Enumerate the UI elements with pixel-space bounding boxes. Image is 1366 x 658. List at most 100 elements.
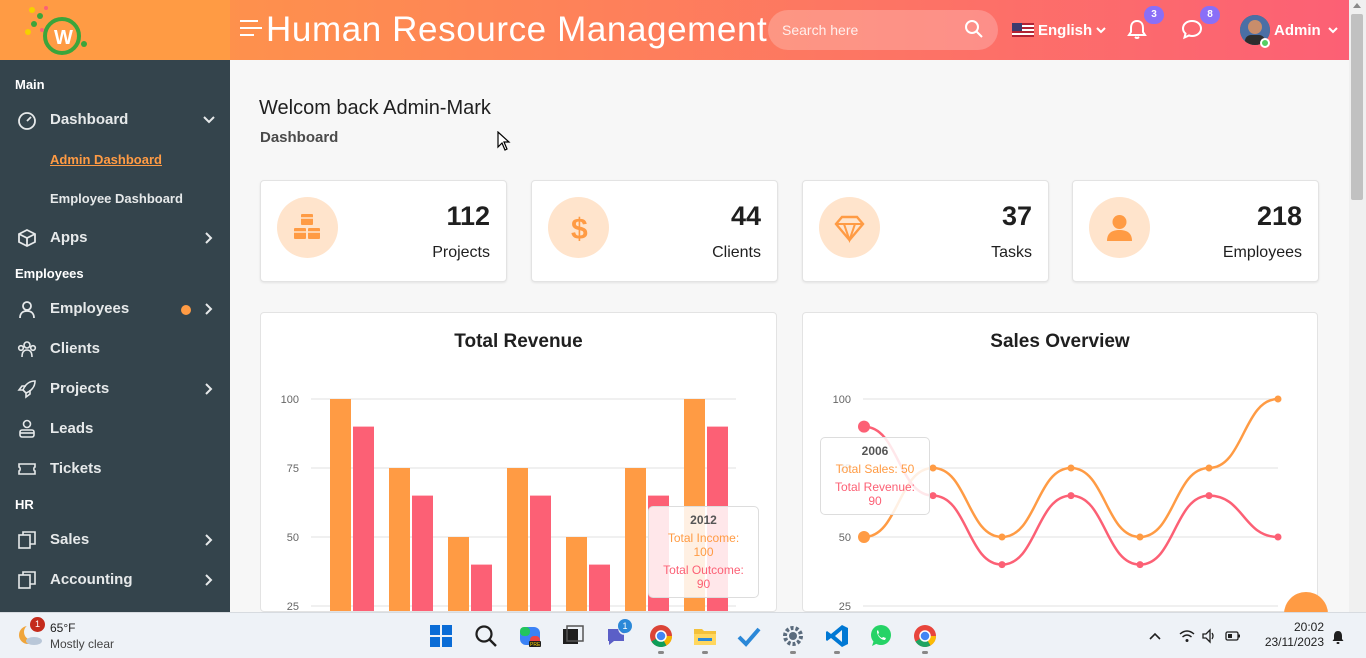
diamond-icon (834, 215, 865, 243)
chevron-down-icon (1096, 27, 1106, 34)
new-indicator-dot (181, 305, 191, 315)
settings-gear-icon[interactable] (780, 623, 806, 649)
data-point (998, 561, 1006, 569)
vscode-icon[interactable] (824, 623, 850, 649)
bar-2006-outcome (353, 426, 374, 611)
stat-value: 218 (1256, 201, 1302, 231)
messages-badge: 8 (1200, 6, 1220, 24)
page-title: Human Resource Management (266, 10, 768, 49)
sidebar-item-clients[interactable]: Clients (0, 331, 230, 367)
language-label: English (1038, 21, 1093, 39)
scroll-up-arrow-icon[interactable] (1353, 3, 1361, 8)
sidebar-section-main: Main (15, 77, 45, 92)
stat-card-employees[interactable]: 218 Employees (1072, 180, 1319, 282)
windows-start-icon[interactable] (428, 623, 454, 649)
bar-2008-income (448, 537, 469, 611)
data-point (1205, 464, 1213, 472)
bell-icon[interactable] (1126, 18, 1148, 40)
y-tick-label: 50 (839, 532, 851, 544)
sidebar-item-apps[interactable]: Apps (0, 220, 230, 256)
online-status-dot (1260, 38, 1270, 48)
weather-badge: 1 (30, 617, 45, 632)
todo-check-icon[interactable] (736, 623, 762, 649)
stat-card-clients[interactable]: $ 44 Clients (531, 180, 778, 282)
search-icon[interactable] (473, 623, 499, 649)
ticket-icon (18, 463, 36, 475)
sidebar-item-projects[interactable]: Projects (0, 371, 230, 407)
sidebar-item-label: Accounting (50, 571, 133, 588)
sidebar-item-employees[interactable]: Employees (0, 291, 230, 327)
dollar-icon: $ (571, 213, 588, 243)
svg-text:$: $ (571, 213, 588, 243)
cube-icon (18, 228, 36, 248)
stat-icon-wrap (1089, 197, 1150, 258)
sidebar-subitem-employee-dashboard[interactable]: Employee Dashboard (50, 191, 183, 206)
sidebar-item-label: Projects (50, 380, 110, 397)
data-point (1136, 561, 1144, 569)
user-menu[interactable]: Admin (1240, 14, 1339, 46)
mouse-cursor-icon (497, 131, 511, 151)
tooltip-line: Total Outcome: 90 (663, 563, 744, 591)
sidebar-item-label: Apps (50, 229, 88, 246)
stat-icon-wrap: $ (548, 197, 609, 258)
bar-2006-income (330, 399, 351, 611)
sidebar-subitem-admin-dashboard[interactable]: Admin Dashboard (50, 152, 162, 167)
app-logo[interactable]: W (20, 4, 100, 60)
sidebar-item-accounting[interactable]: Accounting (0, 562, 230, 598)
bar-2007-income (389, 468, 410, 611)
sidebar-item-sales[interactable]: Sales (0, 522, 230, 558)
y-tick-label: 25 (287, 601, 299, 612)
chrome-icon[interactable] (648, 623, 674, 649)
user-icon (19, 301, 35, 319)
task-view-icon[interactable] (560, 623, 586, 649)
wifi-icon[interactable] (1179, 628, 1195, 644)
chat-icon[interactable] (1181, 18, 1203, 40)
windows-taskbar: 1 65°F Mostly clear PRE 1 20:02 23/11/20… (0, 612, 1366, 658)
stat-card-tasks[interactable]: 37 Tasks (802, 180, 1049, 282)
y-tick-label: 25 (839, 601, 851, 612)
data-point (1067, 464, 1075, 472)
sidebar-section-employees: Employees (15, 266, 84, 281)
running-indicator (702, 651, 708, 654)
weather-description: Mostly clear (50, 637, 115, 651)
user-tie-icon (19, 419, 35, 438)
search-icon[interactable] (964, 19, 984, 39)
data-point (929, 492, 937, 500)
sidebar-item-label: Sales (50, 531, 90, 548)
clock-time: 20:02 (1293, 620, 1324, 634)
sidebar-item-tickets[interactable]: Tickets (0, 451, 230, 487)
whatsapp-icon[interactable] (868, 623, 894, 649)
notification-bell-icon[interactable] (1330, 629, 1346, 645)
dashboard-gauge-icon (18, 112, 36, 130)
search-input[interactable] (782, 10, 962, 50)
sidebar-item-label: Dashboard (50, 111, 129, 128)
sidebar-item-label: Employees (50, 300, 130, 317)
us-flag-icon (1012, 23, 1034, 37)
cubes-icon (294, 214, 320, 239)
data-point (1274, 533, 1282, 541)
sidebar-item-leads[interactable]: Leads (0, 411, 230, 447)
language-selector[interactable]: English (1012, 20, 1107, 40)
chevron-up-icon[interactable] (1147, 628, 1163, 644)
sidebar-section-hr: HR (15, 497, 34, 512)
bar-2009-outcome (530, 495, 551, 611)
y-tick-label: 100 (281, 394, 299, 406)
breadcrumb: Dashboard (260, 129, 339, 146)
scrollbar-thumb[interactable] (1351, 14, 1363, 200)
volume-icon[interactable] (1201, 628, 1217, 644)
rocket-icon (17, 380, 36, 399)
sales-overview-panel: Sales Overview 100755025 2006 Total Sale… (802, 312, 1318, 612)
taskbar-clock[interactable]: 20:02 23/11/2023 (1254, 620, 1324, 650)
chrome-beta-icon[interactable] (912, 623, 938, 649)
copilot-icon[interactable]: PRE (517, 623, 543, 649)
stat-card-projects[interactable]: 112 Projects (260, 180, 507, 282)
sidebar-item-dashboard[interactable]: Dashboard (0, 102, 230, 138)
menu-toggle-button[interactable] (240, 20, 262, 40)
bar-2007-outcome (412, 495, 433, 611)
chevron-down-icon (1327, 27, 1338, 34)
battery-icon[interactable] (1225, 628, 1241, 644)
total-revenue-panel: Total Revenue 100 75 50 25 2012 Total Incom… (260, 312, 777, 612)
clock-date: 23/11/2023 (1264, 635, 1324, 649)
tooltip-line: Total Sales: 50 (835, 462, 915, 476)
file-explorer-icon[interactable] (692, 623, 718, 649)
